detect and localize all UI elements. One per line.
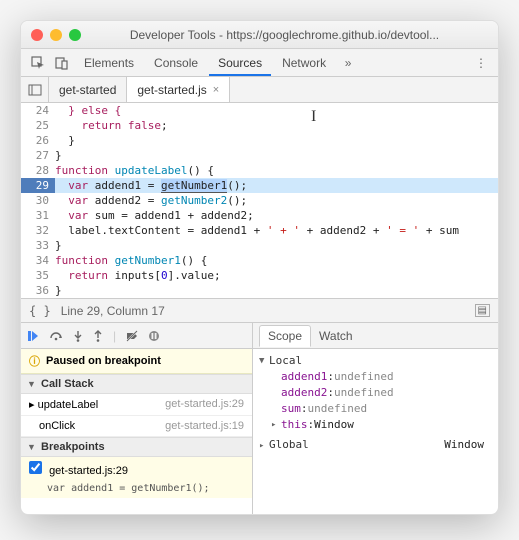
step-over-icon[interactable] xyxy=(49,330,63,342)
pause-on-exceptions-icon[interactable] xyxy=(148,330,160,342)
breakpoint-label: get-started.js:29 xyxy=(49,465,128,477)
stack-frame[interactable]: onClick get-started.js:19 xyxy=(21,416,252,437)
scope-variable[interactable]: addend1: undefined xyxy=(259,369,492,385)
scope-variable[interactable]: addend2: undefined xyxy=(259,385,492,401)
breakpoint-checkbox[interactable] xyxy=(29,461,42,474)
debugger-left-column: | ⓘ Paused on breakpoint ▼ Call Stack ▸ … xyxy=(21,323,253,514)
close-window-button[interactable] xyxy=(31,29,43,41)
tab-network[interactable]: Network xyxy=(273,49,335,76)
tab-console[interactable]: Console xyxy=(145,49,207,76)
pretty-print-icon[interactable]: { } xyxy=(29,304,51,318)
paused-message: Paused on breakpoint xyxy=(46,355,161,367)
window-title: Developer Tools - https://googlechrome.g… xyxy=(81,28,488,42)
minimize-window-button[interactable] xyxy=(50,29,62,41)
scope-local[interactable]: ▼Local xyxy=(259,353,492,369)
deactivate-breakpoints-icon[interactable] xyxy=(126,330,138,342)
debugger-right-column: Scope Watch ▼Local addend1: undefined ad… xyxy=(253,323,498,514)
more-tabs-chevron-icon[interactable]: » xyxy=(337,52,359,74)
step-into-icon[interactable] xyxy=(73,330,83,342)
step-out-icon[interactable] xyxy=(93,330,103,342)
scope-global[interactable]: ▸GlobalWindow xyxy=(259,437,492,454)
main-tab-bar: Elements Console Sources Network » ⋮ xyxy=(21,49,498,77)
file-tab-label: get-started.js xyxy=(137,83,206,97)
paused-banner: ⓘ Paused on breakpoint xyxy=(21,349,252,374)
inspect-element-icon[interactable] xyxy=(27,52,49,74)
cursor-position: Line 29, Column 17 xyxy=(61,304,165,318)
code-editor[interactable]: I 24 } else { 25 return false; 26 } 27} … xyxy=(21,103,498,298)
stack-frame-name: onClick xyxy=(29,420,75,432)
devtools-window: Developer Tools - https://googlechrome.g… xyxy=(20,20,499,515)
close-tab-icon[interactable]: × xyxy=(213,84,219,96)
disclosure-triangle-icon: ▼ xyxy=(27,442,37,452)
breakpoint-item[interactable]: get-started.js:29 xyxy=(21,457,252,481)
scope-variable[interactable]: sum: undefined xyxy=(259,401,492,417)
resume-icon[interactable] xyxy=(27,330,39,342)
titlebar: Developer Tools - https://googlechrome.g… xyxy=(21,21,498,49)
stack-frame-name: updateLabel xyxy=(38,399,99,411)
editor-status-bar: { } Line 29, Column 17 ▤ xyxy=(21,298,498,322)
traffic-lights xyxy=(31,29,81,41)
tab-elements[interactable]: Elements xyxy=(75,49,143,76)
file-tab-get-started[interactable]: get-started xyxy=(49,77,127,102)
device-toolbar-icon[interactable] xyxy=(51,52,73,74)
breakpoint-code-preview: var addend1 = getNumber1(); xyxy=(21,481,252,498)
tab-scope[interactable]: Scope xyxy=(259,325,311,347)
navigator-toggle-icon[interactable] xyxy=(21,77,49,102)
tab-sources[interactable]: Sources xyxy=(209,49,271,76)
stack-frame[interactable]: ▸ updateLabel get-started.js:29 xyxy=(21,394,252,416)
text-cursor-icon: I xyxy=(311,109,316,124)
scope-tree: ▼Local addend1: undefined addend2: undef… xyxy=(253,349,498,514)
file-tab-label: get-started xyxy=(59,83,116,97)
debugger-toolbar: | xyxy=(21,323,252,349)
scope-variable[interactable]: ▸this: Window xyxy=(259,417,492,433)
debugger-pane: | ⓘ Paused on breakpoint ▼ Call Stack ▸ … xyxy=(21,322,498,514)
disclosure-triangle-icon: ▼ xyxy=(27,379,37,389)
stack-frame-location: get-started.js:19 xyxy=(165,420,244,432)
breakpoints-header[interactable]: ▼ Breakpoints xyxy=(21,437,252,457)
execution-line: 29 var addend1 = getNumber1(); xyxy=(21,178,498,193)
tab-watch[interactable]: Watch xyxy=(311,326,361,346)
source-file-tabs: get-started get-started.js × xyxy=(21,77,498,103)
coverage-toggle-icon[interactable]: ▤ xyxy=(475,304,490,317)
warning-icon: ⓘ xyxy=(29,353,40,369)
kebab-menu-icon[interactable]: ⋮ xyxy=(470,52,492,74)
call-stack-header[interactable]: ▼ Call Stack xyxy=(21,374,252,394)
zoom-window-button[interactable] xyxy=(69,29,81,41)
file-tab-get-started-js[interactable]: get-started.js × xyxy=(127,77,230,102)
stack-frame-location: get-started.js:29 xyxy=(165,398,244,411)
scope-watch-tabs: Scope Watch xyxy=(253,323,498,349)
